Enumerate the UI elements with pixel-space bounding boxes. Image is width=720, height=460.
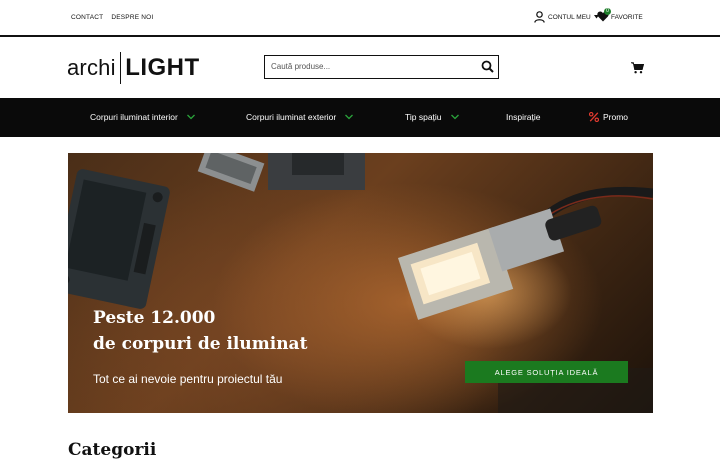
top-links: CONTACT DESPRE NOI bbox=[71, 14, 153, 21]
cart-icon[interactable] bbox=[631, 62, 644, 74]
favorites-link[interactable]: 0 FAVORITE bbox=[597, 8, 643, 23]
nav-item-label: Corpuri iluminat interior bbox=[90, 112, 178, 122]
favorites-label: FAVORITE bbox=[611, 13, 643, 21]
nav-item-promo[interactable]: Promo bbox=[589, 112, 628, 122]
logo-divider bbox=[119, 52, 122, 84]
nav-item-label: Tip spațiu bbox=[405, 112, 442, 122]
nav-item-exterior-lighting[interactable]: Corpuri iluminat exterior bbox=[246, 112, 354, 122]
account-label: CONTUL MEU bbox=[548, 13, 591, 21]
hero-title-line1: Peste 12.000 bbox=[93, 308, 216, 328]
fixture-left bbox=[68, 169, 170, 309]
main-nav: Corpuri iluminat interior Corpuri ilumin… bbox=[0, 98, 720, 137]
chevron-down-icon bbox=[186, 114, 195, 120]
logo[interactable]: archi LIGHT bbox=[67, 52, 200, 84]
nav-item-space-type[interactable]: Tip spațiu bbox=[405, 112, 459, 122]
categories-heading: Categorii bbox=[68, 440, 157, 460]
nav-item-interior-lighting[interactable]: Corpuri iluminat interior bbox=[90, 112, 195, 122]
chevron-down-icon bbox=[450, 114, 459, 120]
fixture-top bbox=[268, 153, 365, 190]
hero-title-line2: de corpuri de iluminat bbox=[93, 334, 308, 354]
favorites-icon-wrap: 0 bbox=[597, 8, 611, 23]
account-menu[interactable]: CONTUL MEU bbox=[534, 11, 599, 23]
nav-item-label: Inspirație bbox=[506, 112, 541, 122]
contact-link[interactable]: CONTACT bbox=[71, 14, 103, 21]
hero-banner: Peste 12.000 de corpuri de iluminat Tot … bbox=[68, 153, 653, 413]
user-icon bbox=[534, 11, 545, 23]
hero-title: Peste 12.000 de corpuri de iluminat bbox=[93, 305, 307, 357]
fixture-main bbox=[398, 205, 602, 320]
logo-text-archi: archi bbox=[67, 55, 116, 80]
about-link[interactable]: DESPRE NOI bbox=[111, 14, 153, 21]
fixture-top-left bbox=[197, 153, 265, 192]
header: archi LIGHT bbox=[0, 37, 720, 98]
logo-text-light: LIGHT bbox=[125, 54, 200, 81]
hero-subtitle: Tot ce ai nevoie pentru proiectul tău bbox=[93, 372, 283, 386]
nav-item-label: Corpuri iluminat exterior bbox=[246, 112, 337, 122]
search-input[interactable] bbox=[271, 59, 471, 74]
search-box bbox=[264, 55, 499, 79]
top-bar: CONTACT DESPRE NOI CONTUL MEU 0 FAVORITE bbox=[0, 0, 720, 37]
nav-item-label: Promo bbox=[603, 112, 629, 122]
nav-item-inspiration[interactable]: Inspirație bbox=[506, 112, 541, 122]
percent-icon bbox=[589, 112, 599, 122]
hero-cta-button[interactable]: ALEGE SOLUȚIA IDEALĂ bbox=[465, 361, 628, 383]
search-icon[interactable] bbox=[481, 60, 494, 73]
favorites-count-badge: 0 bbox=[604, 8, 611, 15]
chevron-down-icon bbox=[345, 114, 354, 120]
